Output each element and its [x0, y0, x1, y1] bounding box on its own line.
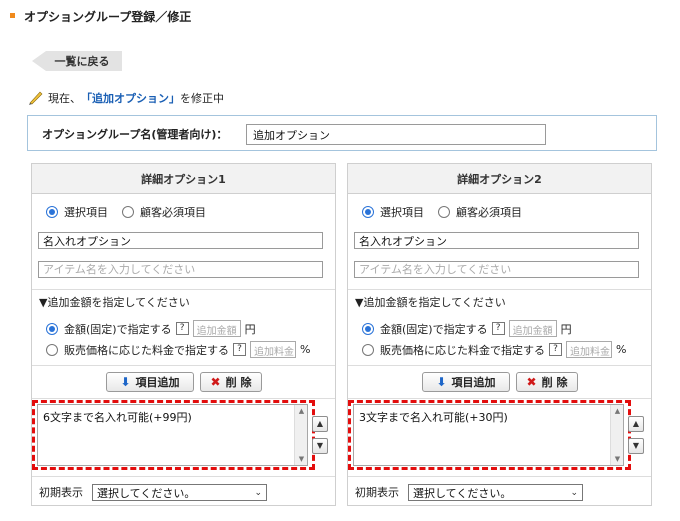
price-fixed-input[interactable]: 追加金額: [508, 320, 557, 337]
initial-display-select[interactable]: 選択してください。 ⌄: [408, 484, 583, 501]
radio-customer-required[interactable]: [122, 206, 134, 218]
highlight-box: [348, 400, 631, 470]
delete-item-button[interactable]: ✖ 削 除: [516, 372, 578, 392]
radio-price-fixed[interactable]: [362, 322, 374, 335]
price-heading: ▼追加金額を指定してください: [355, 296, 506, 309]
chevron-down-icon: ⌄: [254, 487, 262, 498]
panel-header: 詳細オプション1: [32, 164, 335, 194]
detail-option-panel-2: 詳細オプション2 選択項目 顧客必須項目 ▼追加金額を指定してください 金額(固…: [347, 163, 652, 506]
help-icon[interactable]: ?: [175, 322, 189, 335]
move-down-button[interactable]: ▼: [312, 438, 328, 454]
item-name-input[interactable]: [38, 261, 323, 278]
add-item-button[interactable]: ⬇ 項目追加: [422, 372, 510, 392]
title-bullet-icon: [10, 13, 15, 18]
page-title: オプショングループ登録／修正: [10, 8, 191, 25]
group-name-input[interactable]: [246, 124, 546, 145]
option-name-input[interactable]: [38, 232, 323, 249]
price-heading: ▼追加金額を指定してください: [39, 296, 190, 309]
radio-price-rate[interactable]: [362, 343, 374, 356]
option-type-radios: 選択項目 顧客必須項目: [46, 204, 206, 220]
move-up-button[interactable]: ▲: [312, 416, 328, 432]
back-to-list-button[interactable]: 一覧に戻る: [32, 51, 122, 71]
pencil-icon: [29, 91, 43, 105]
price-fixed-input[interactable]: 追加金額: [192, 320, 241, 337]
close-icon: ✖: [526, 375, 537, 389]
add-item-button[interactable]: ⬇ 項目追加: [106, 372, 194, 392]
highlight-box: [32, 400, 315, 470]
radio-select-item[interactable]: [46, 206, 58, 218]
radio-customer-required[interactable]: [438, 206, 450, 218]
editing-status: 現在、 「 追加オプション 」 を修正中: [28, 90, 224, 106]
radio-select-item[interactable]: [362, 206, 374, 218]
help-icon[interactable]: ?: [491, 322, 505, 335]
price-fixed-row: 金額(固定)で指定する ? 追加金額 円: [46, 320, 256, 337]
detail-option-panel-1: 詳細オプション1 選択項目 顧客必須項目 ▼追加金額を指定してください 金額(固…: [31, 163, 336, 506]
radio-price-rate[interactable]: [46, 343, 58, 356]
initial-display-select[interactable]: 選択してください。 ⌄: [92, 484, 267, 501]
chevron-down-icon: ⌄: [570, 487, 578, 498]
initial-display-row: 初期表示: [355, 486, 399, 499]
price-rate-row: 販売価格に応じた料金で指定する ? 追加料金 %: [46, 341, 310, 358]
move-up-button[interactable]: ▲: [628, 416, 644, 432]
price-rate-input[interactable]: 追加料金: [566, 341, 612, 358]
group-name-box: オプショングループ名(管理者向け)：: [27, 115, 657, 151]
download-arrow-icon: ⬇: [120, 375, 131, 389]
delete-item-button[interactable]: ✖ 削 除: [200, 372, 262, 392]
download-arrow-icon: ⬇: [436, 375, 447, 389]
group-name-label: オプショングループ名(管理者向け)：: [42, 128, 228, 141]
price-rate-input[interactable]: 追加料金: [250, 341, 296, 358]
option-type-radios: 選択項目 顧客必須項目: [362, 204, 522, 220]
close-icon: ✖: [210, 375, 221, 389]
move-down-button[interactable]: ▼: [628, 438, 644, 454]
help-icon[interactable]: ?: [233, 343, 246, 356]
panel-header: 詳細オプション2: [348, 164, 651, 194]
price-rate-row: 販売価格に応じた料金で指定する ? 追加料金 %: [362, 341, 626, 358]
price-fixed-row: 金額(固定)で指定する ? 追加金額 円: [362, 320, 572, 337]
initial-display-row: 初期表示: [39, 486, 83, 499]
help-icon[interactable]: ?: [549, 343, 562, 356]
radio-price-fixed[interactable]: [46, 322, 58, 335]
option-name-input[interactable]: [354, 232, 639, 249]
editing-group-name: 追加オプション: [92, 92, 169, 105]
item-name-input[interactable]: [354, 261, 639, 278]
